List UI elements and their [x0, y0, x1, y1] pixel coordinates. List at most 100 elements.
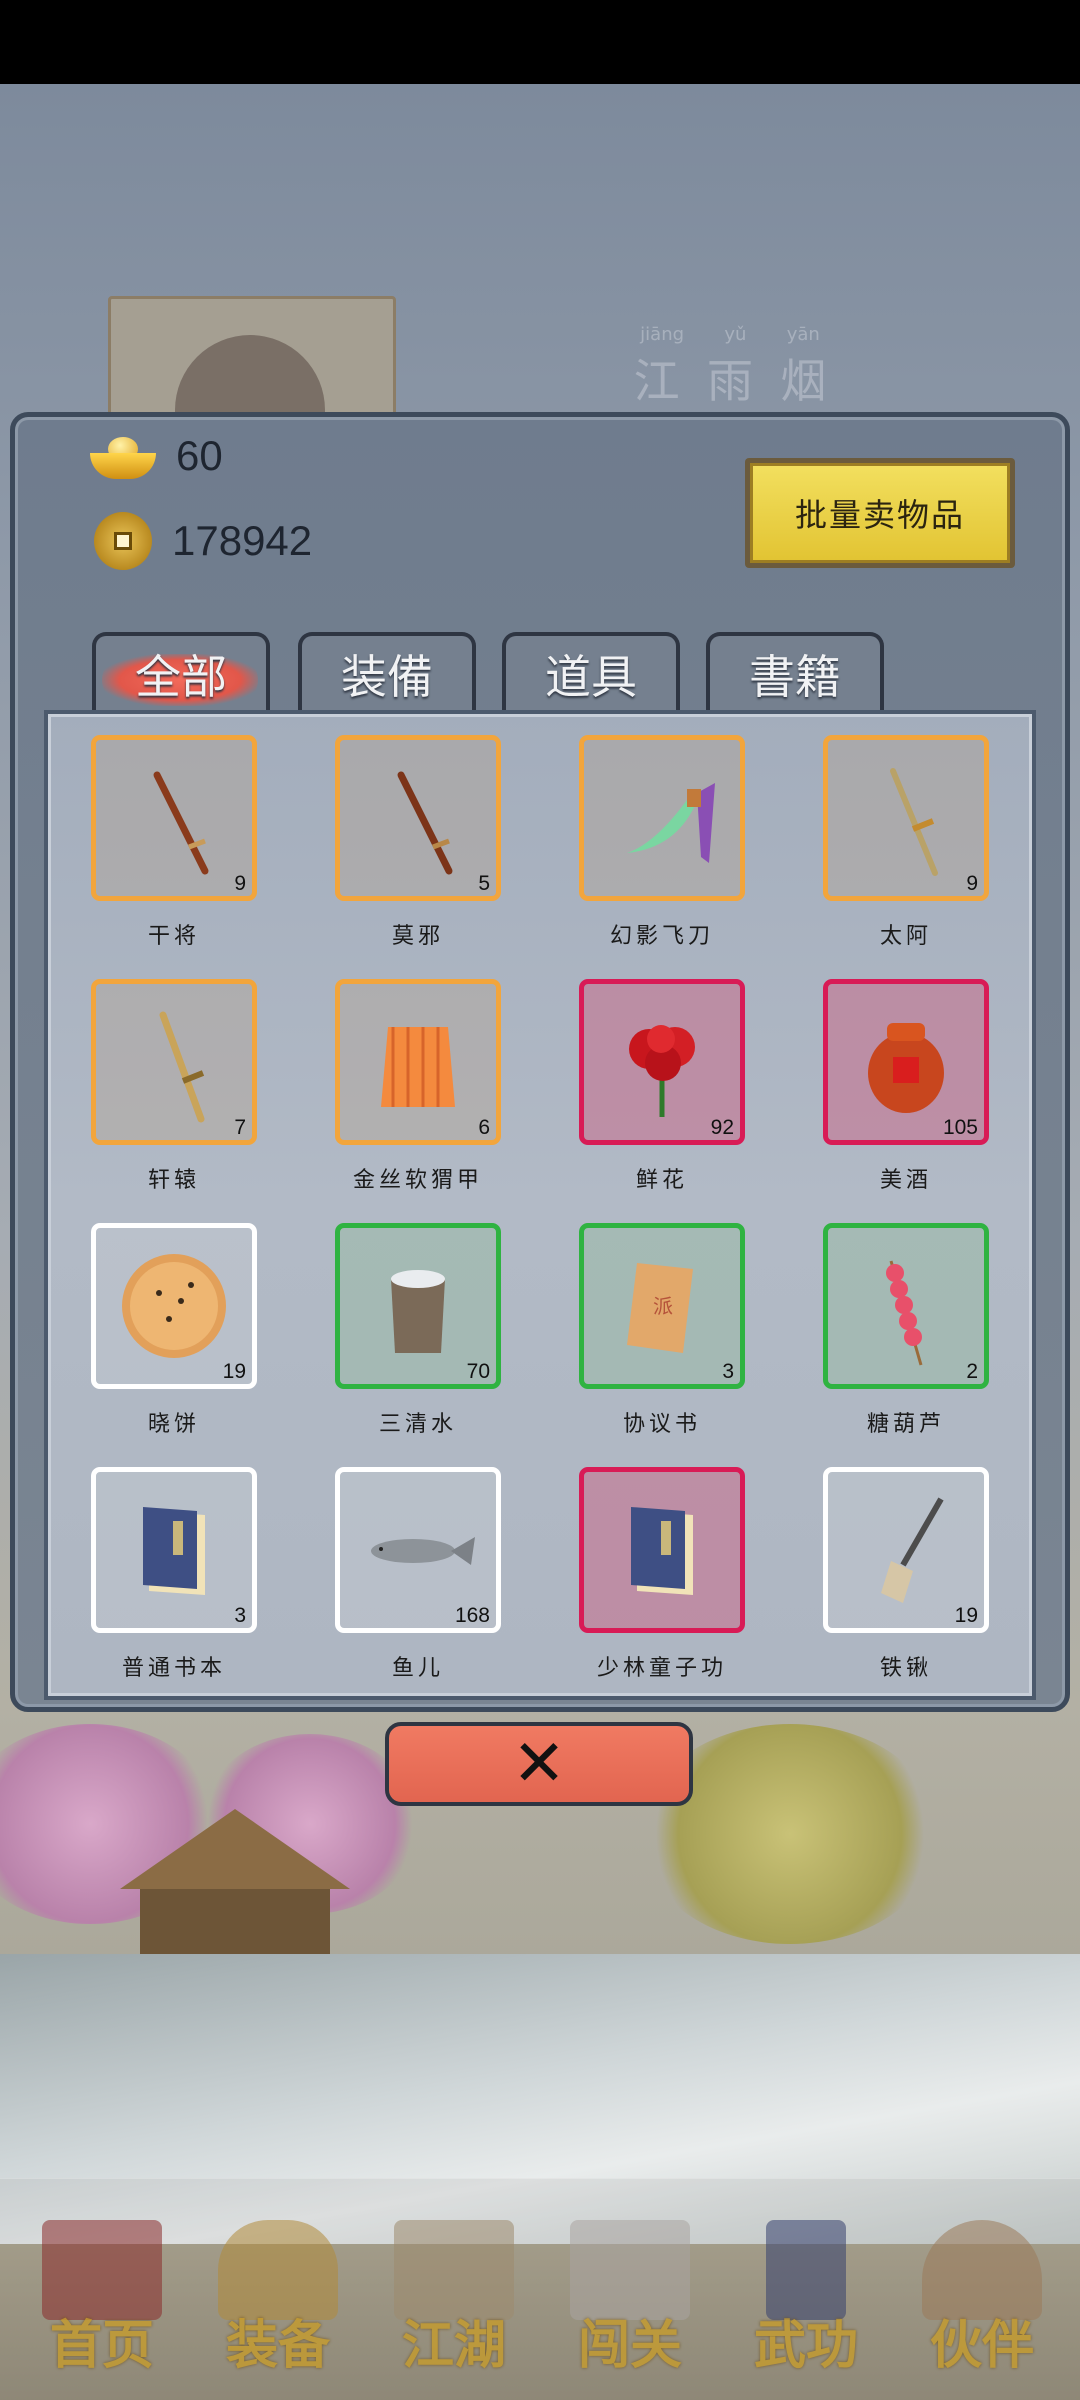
thatched-hut [120, 1809, 350, 1959]
inventory-slot[interactable]: 6 [335, 979, 501, 1145]
item-name: 幻影飞刀 [609, 924, 714, 949]
inventory-slot[interactable]: 19 [91, 1223, 257, 1389]
item-name: 莫邪 [391, 924, 444, 949]
inventory-slot[interactable]: 9 [91, 735, 257, 901]
nav-label: 装备 [225, 2315, 330, 2376]
item-name: 鱼儿 [391, 1656, 444, 1681]
item-name: 三清水 [378, 1412, 457, 1437]
armor-vest-icon [381, 1027, 455, 1107]
item-name: 晓饼 [147, 1412, 200, 1437]
gold-ingot-icon [90, 433, 156, 479]
item-name: 干将 [147, 924, 200, 949]
inventory-slot[interactable]: 9 [823, 735, 989, 901]
item-name: 协议书 [622, 1412, 701, 1437]
item-quantity: 3 [234, 1604, 246, 1627]
inventory-slot[interactable] [579, 735, 745, 901]
inventory-slot[interactable]: 70 [335, 1223, 501, 1389]
book-icon [143, 1507, 205, 1595]
title-pinyin: jiāng [640, 324, 685, 345]
sword-icon [397, 771, 453, 875]
title-char: 雨 [706, 354, 753, 408]
sword-icon [890, 768, 938, 876]
item-name: 金丝软猬甲 [352, 1168, 483, 1193]
tab-label: 全部 [135, 650, 227, 704]
item-name: 太阿 [879, 924, 932, 949]
inventory-slot[interactable]: 7 [91, 979, 257, 1145]
item-quantity: 19 [222, 1360, 246, 1383]
tab-label: 書籍 [749, 650, 841, 704]
item-name: 美酒 [879, 1168, 932, 1193]
fish-icon [371, 1537, 475, 1565]
water-bucket-icon [391, 1270, 445, 1353]
inventory-slot[interactable]: 105 [823, 979, 989, 1145]
item-quantity: 6 [478, 1116, 490, 1139]
inventory-slot[interactable]: 5 [335, 735, 501, 901]
title-pinyin: yǔ [724, 324, 747, 345]
item-quantity: 3 [722, 1360, 734, 1383]
candied-haws-icon [886, 1260, 923, 1366]
close-icon: ✕ [512, 1727, 566, 1801]
item-name: 鲜花 [635, 1168, 688, 1193]
copper-amount: 178942 [172, 517, 313, 564]
nav-label: 伙伴 [929, 2315, 1034, 2376]
nav-home[interactable]: 首页 [22, 2200, 182, 2390]
item-quantity: 19 [954, 1604, 978, 1627]
item-quantity: 7 [234, 1116, 246, 1139]
tab-books[interactable]: 書籍 [706, 632, 884, 712]
tab-props[interactable]: 道具 [502, 632, 680, 712]
bulk-sell-label: 批量卖物品 [750, 463, 1010, 563]
item-quantity: 70 [466, 1360, 490, 1383]
tab-all[interactable]: 全部 [92, 632, 270, 712]
nav-challenge[interactable]: 闯关 [550, 2200, 710, 2390]
nav-equipment[interactable]: 装备 [198, 2200, 358, 2390]
item-quantity: 105 [942, 1116, 978, 1139]
nav-label: 武功 [753, 2315, 858, 2376]
item-name: 少林童子功 [596, 1656, 727, 1681]
item-name: 轩辕 [147, 1168, 200, 1193]
inventory-slot[interactable]: 19 [823, 1467, 989, 1633]
tab-label: 道具 [545, 650, 637, 704]
status-bar [0, 0, 1080, 84]
nav-label: 首页 [49, 2315, 154, 2376]
inventory-slot[interactable]: 2 [823, 1223, 989, 1389]
item-quantity: 92 [710, 1116, 734, 1139]
title-char: 江 [633, 354, 680, 408]
inventory-slot[interactable]: 3 [91, 1467, 257, 1633]
item-name: 糖葫芦 [866, 1412, 945, 1437]
gold-currency: 60 [90, 432, 223, 480]
nav-jianghu[interactable]: 江湖 [374, 2200, 534, 2390]
book-icon [631, 1507, 693, 1595]
inventory-slot[interactable] [579, 1467, 745, 1633]
item-name: 普通书本 [121, 1656, 226, 1681]
close-button[interactable]: ✕ [385, 1722, 693, 1806]
tab-label: 装備 [341, 650, 433, 704]
golden-sword-icon [159, 1011, 205, 1123]
item-quantity: 9 [234, 872, 246, 895]
item-quantity: 5 [478, 872, 490, 895]
item-quantity: 168 [454, 1604, 490, 1627]
shovel-icon [881, 1497, 944, 1603]
inventory-slot[interactable]: 派 3 [579, 1223, 745, 1389]
nav-martial-arts[interactable]: 武功 [726, 2200, 886, 2390]
sword-icon [153, 771, 209, 875]
copper-currency: 178942 [90, 512, 312, 570]
item-name: 铁锹 [879, 1656, 932, 1681]
tab-equipment[interactable]: 装備 [298, 632, 476, 712]
nav-partners[interactable]: 伙伴 [902, 2200, 1062, 2390]
copper-coin-icon [94, 512, 152, 570]
title-pinyin: yān [786, 324, 820, 345]
inventory-slot[interactable]: 92 [579, 979, 745, 1145]
flying-dagger-icon [627, 783, 715, 863]
flatbread-icon [122, 1254, 226, 1358]
item-quantity: 9 [966, 872, 978, 895]
bulk-sell-button[interactable]: 批量卖物品 [745, 458, 1015, 568]
wine-jar-icon [868, 1023, 944, 1113]
title-char: 烟 [780, 354, 827, 408]
gold-amount: 60 [176, 432, 223, 479]
nav-label: 江湖 [401, 2315, 506, 2376]
contract-paper-icon: 派 [627, 1263, 693, 1353]
rose-icon [629, 1025, 695, 1117]
svg-text:派: 派 [653, 1294, 673, 1318]
inventory-slot[interactable]: 168 [335, 1467, 501, 1633]
item-quantity: 2 [966, 1360, 978, 1383]
